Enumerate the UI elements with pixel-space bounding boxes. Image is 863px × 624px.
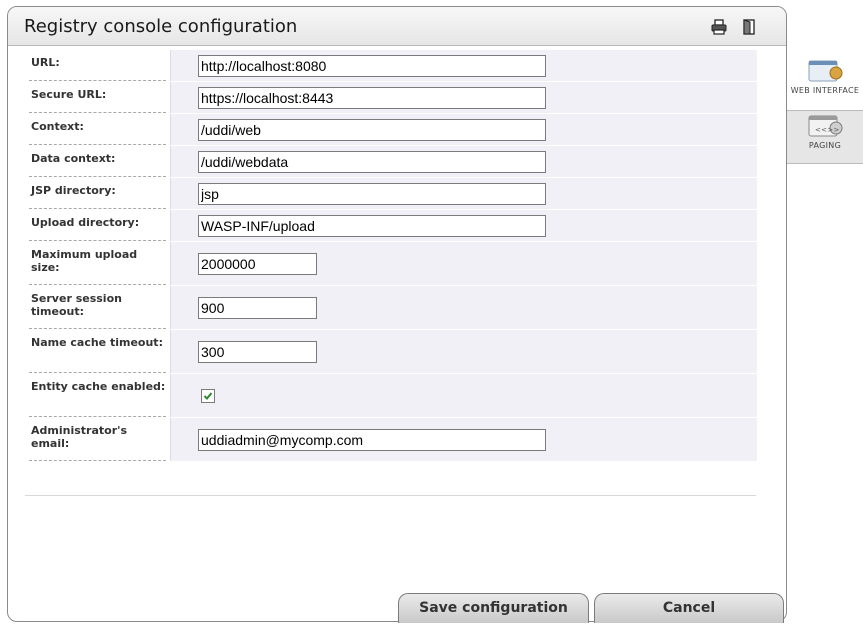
max-upload-size-label: Maximum upload size: xyxy=(25,242,170,285)
paging-icon: <<>> xyxy=(808,115,843,137)
url-cell xyxy=(170,50,757,81)
server-session-timeout-label: Server session timeout: xyxy=(25,286,170,329)
form-divider xyxy=(25,495,756,496)
row-context: Context: xyxy=(25,114,757,146)
name-cache-timeout-cell xyxy=(170,330,757,373)
max-upload-size-input[interactable] xyxy=(198,252,317,275)
cancel-button[interactable]: Cancel xyxy=(594,593,784,623)
config-form: URL: Secure URL: Context: Data context: … xyxy=(25,50,757,462)
row-server-session-timeout: Server session timeout: xyxy=(25,286,757,330)
data-context-cell xyxy=(170,146,757,177)
row-url: URL: xyxy=(25,50,757,82)
entity-cache-checkbox[interactable] xyxy=(201,388,215,403)
side-tab-web-interface[interactable]: WEB INTERFACE xyxy=(787,56,863,108)
svg-text:<<>>: <<>> xyxy=(815,126,840,134)
row-secure-url: Secure URL: xyxy=(25,82,757,114)
admin-email-label: Administrator's email: xyxy=(25,418,170,461)
secure-url-input[interactable] xyxy=(198,86,546,109)
side-tab-paging[interactable]: <<>> PAGING xyxy=(787,110,863,164)
max-upload-size-cell xyxy=(170,242,757,285)
url-input[interactable] xyxy=(198,54,546,77)
data-context-label: Data context: xyxy=(25,146,170,177)
row-admin-email: Administrator's email: xyxy=(25,418,757,462)
print-icon[interactable] xyxy=(710,19,728,35)
row-name-cache-timeout: Name cache timeout: xyxy=(25,330,757,374)
admin-email-input[interactable] xyxy=(198,428,546,451)
checkmark-icon xyxy=(203,391,213,400)
context-label: Context: xyxy=(25,114,170,145)
jsp-directory-input[interactable] xyxy=(198,182,546,205)
upload-directory-cell xyxy=(170,210,757,241)
jsp-directory-cell xyxy=(170,178,757,209)
side-tab-web-interface-label: WEB INTERFACE xyxy=(790,86,860,95)
name-cache-timeout-label: Name cache timeout: xyxy=(25,330,170,373)
secure-url-label: Secure URL: xyxy=(25,82,170,113)
side-tab-paging-label: PAGING xyxy=(808,141,842,150)
exit-icon[interactable] xyxy=(741,19,759,35)
context-cell xyxy=(170,114,757,145)
server-session-timeout-input[interactable] xyxy=(198,296,317,319)
data-context-input[interactable] xyxy=(198,150,546,173)
entity-cache-enabled-label: Entity cache enabled: xyxy=(25,374,170,417)
panel-header: Registry console configuration xyxy=(8,7,786,46)
row-max-upload-size: Maximum upload size: xyxy=(25,242,757,286)
row-upload-directory: Upload directory: xyxy=(25,210,757,242)
context-input[interactable] xyxy=(198,118,546,141)
save-configuration-button[interactable]: Save configuration xyxy=(398,593,589,623)
row-jsp-directory: JSP directory: xyxy=(25,178,757,210)
secure-url-cell xyxy=(170,82,757,113)
name-cache-timeout-input[interactable] xyxy=(198,340,317,363)
upload-directory-input[interactable] xyxy=(198,214,546,237)
page-title: Registry console configuration xyxy=(24,16,298,37)
row-data-context: Data context: xyxy=(25,146,757,178)
admin-email-cell xyxy=(170,418,757,461)
upload-directory-label: Upload directory: xyxy=(25,210,170,241)
url-label: URL: xyxy=(25,50,170,81)
entity-cache-enabled-cell xyxy=(170,374,757,417)
row-entity-cache-enabled: Entity cache enabled: xyxy=(25,374,757,418)
web-interface-icon xyxy=(808,60,843,82)
server-session-timeout-cell xyxy=(170,286,757,329)
jsp-directory-label: JSP directory: xyxy=(25,178,170,209)
